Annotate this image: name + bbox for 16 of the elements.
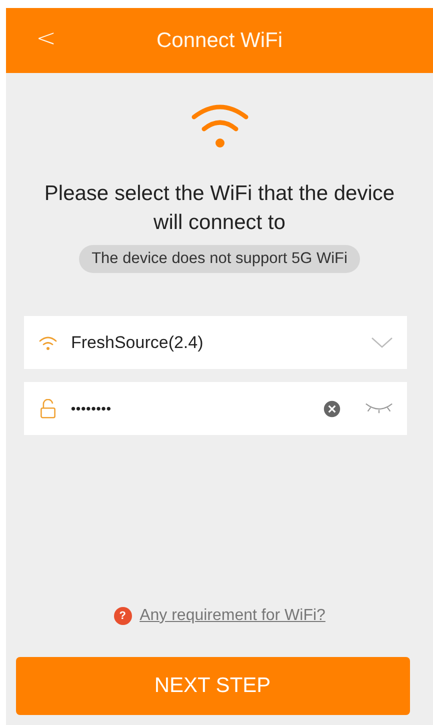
help-icon: ?: [114, 607, 132, 625]
unlock-icon: [38, 398, 58, 418]
help-link[interactable]: Any requirement for WiFi?: [140, 607, 326, 625]
next-step-button[interactable]: NEXT STEP: [16, 657, 410, 715]
back-button[interactable]: <: [30, 24, 62, 52]
chevron-down-icon: [371, 336, 393, 348]
password-value: ••••••••: [71, 401, 112, 416]
network-name: FreshSource(2.4): [71, 332, 204, 352]
eye-closed-icon[interactable]: [365, 401, 393, 416]
wifi-icon: [190, 103, 250, 149]
window-title: Connect WiFi: [156, 28, 283, 52]
notice-badge: The device does not support 5G WiFi: [78, 245, 360, 273]
clear-icon[interactable]: [323, 400, 341, 418]
instruction-heading: Please select the WiFi that the device will connect to: [43, 181, 396, 236]
network-select[interactable]: FreshSource(2.4): [24, 316, 407, 369]
password-field[interactable]: ••••••••: [24, 382, 407, 435]
